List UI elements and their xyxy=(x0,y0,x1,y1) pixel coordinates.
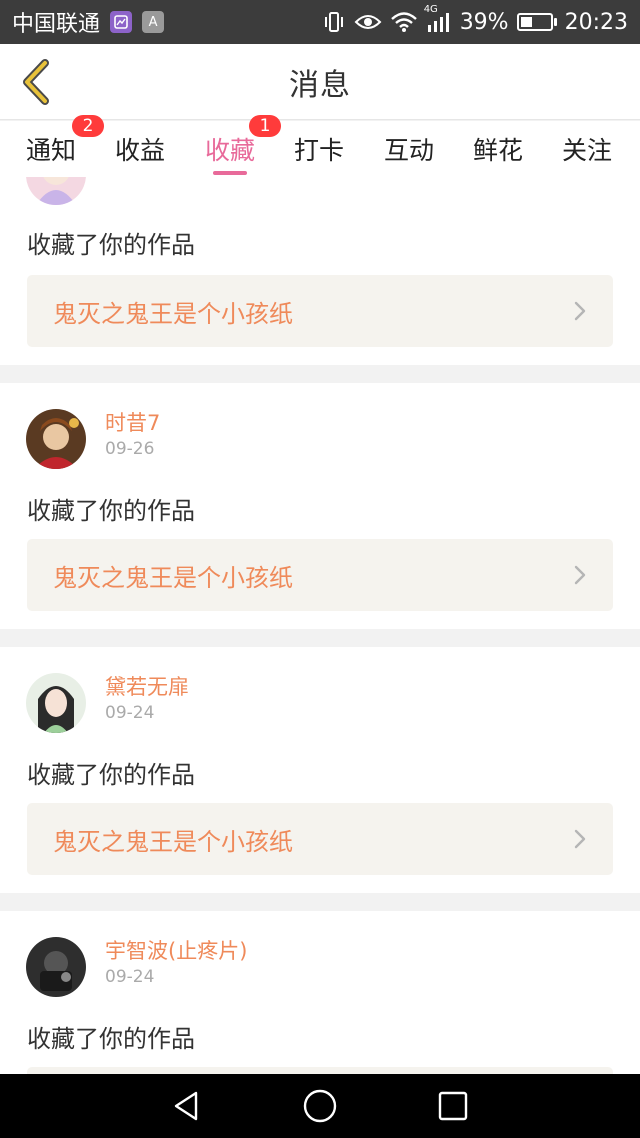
tab-label: 打卡 xyxy=(294,136,345,165)
action-text: 收藏了你的作品 xyxy=(27,761,195,789)
action-text: 收藏了你的作品 xyxy=(27,497,195,525)
vibrate-icon xyxy=(322,10,346,34)
username[interactable]: 黛若无扉 xyxy=(105,673,189,701)
username[interactable]: 时昔7 xyxy=(105,409,160,437)
work-title: 鬼灭之鬼王是个小孩纸 xyxy=(53,299,293,328)
avatar[interactable] xyxy=(26,673,86,733)
user-row: 09-26 xyxy=(26,177,154,205)
battery-icon xyxy=(516,13,557,31)
tab-label: 关注 xyxy=(562,136,613,165)
nav-back-button[interactable] xyxy=(157,1081,217,1131)
tab-follow[interactable]: 关注 xyxy=(562,121,612,177)
avatar[interactable] xyxy=(26,409,86,469)
avatar[interactable] xyxy=(26,937,86,997)
back-button[interactable] xyxy=(14,54,58,110)
action-text: 收藏了你的作品 xyxy=(27,231,195,259)
tab-favorites[interactable]: 收藏 1 xyxy=(205,115,281,177)
page-title: 消息 xyxy=(289,67,351,103)
battery-percent: 39% xyxy=(459,9,509,35)
header: 消息 xyxy=(0,44,640,120)
username[interactable]: 宇智波(止疼片) xyxy=(105,937,247,965)
action-text: 收藏了你的作品 xyxy=(27,1025,195,1053)
chevron-right-icon xyxy=(574,565,586,585)
list-item: 时昔7 09-26 收藏了你的作品 鬼灭之鬼王是个小孩纸 xyxy=(0,383,640,629)
unread-badge: 1 xyxy=(249,115,281,137)
chevron-left-icon xyxy=(23,59,49,105)
tab-notifications[interactable]: 通知 2 xyxy=(26,115,104,177)
triangle-back-icon xyxy=(174,1091,197,1121)
nav-recent-button[interactable] xyxy=(423,1081,483,1131)
signal-icon: 4G xyxy=(424,4,452,33)
tab-bar: 通知 2 收益 收藏 1 打卡 互动 鲜花 关注 xyxy=(0,115,640,177)
a-app-icon: A xyxy=(142,11,165,33)
circle-home-icon xyxy=(303,1089,337,1123)
work-link[interactable]: 鬼灭之鬼王是个小孩纸 xyxy=(27,803,613,875)
clock: 20:23 xyxy=(564,9,628,35)
tab-interaction[interactable]: 互动 xyxy=(384,121,434,177)
nav-home-button[interactable] xyxy=(290,1081,350,1131)
list-item: 黛若无扉 09-24 收藏了你的作品 鬼灭之鬼王是个小孩纸 xyxy=(0,647,640,893)
active-tab-indicator xyxy=(213,171,247,175)
chevron-right-icon xyxy=(574,301,586,321)
user-row: 黛若无扉 09-24 xyxy=(26,673,189,733)
user-row: 时昔7 09-26 xyxy=(26,409,160,469)
tab-label: 通知 xyxy=(26,136,77,165)
date: 09-24 xyxy=(105,967,155,987)
tab-checkin[interactable]: 打卡 xyxy=(294,121,344,177)
date: 09-26 xyxy=(105,439,155,459)
tab-flowers[interactable]: 鲜花 xyxy=(473,121,523,177)
tab-label: 收藏 xyxy=(205,136,256,165)
unread-badge: 2 xyxy=(72,115,104,137)
wifi-icon xyxy=(390,11,418,33)
system-nav-bar xyxy=(0,1074,640,1138)
tab-earnings[interactable]: 收益 xyxy=(115,121,165,177)
tab-label: 鲜花 xyxy=(473,136,524,165)
square-recent-icon xyxy=(439,1091,468,1121)
carrier-label: 中国联通 xyxy=(12,12,101,37)
chevron-right-icon xyxy=(574,829,586,849)
favorites-feed[interactable]: 09-26 收藏了你的作品 鬼灭之鬼王是个小孩纸 时昔7 09-26 收藏了你的… xyxy=(0,177,640,1074)
work-link[interactable]: 鬼灭之鬼王是个小孩纸 xyxy=(27,275,613,347)
work-link[interactable]: 鬼灭之鬼王是个小孩纸 xyxy=(27,539,613,611)
work-title: 鬼灭之鬼王是个小孩纸 xyxy=(53,827,293,856)
avatar[interactable] xyxy=(26,177,86,205)
eye-icon xyxy=(354,11,382,33)
status-bar: 中国联通 A 4G 39% 20:23 xyxy=(0,0,640,44)
work-link[interactable] xyxy=(27,1067,613,1074)
list-item: 09-26 收藏了你的作品 鬼灭之鬼王是个小孩纸 xyxy=(0,177,640,365)
tab-label: 互动 xyxy=(384,136,435,165)
date: 09-24 xyxy=(105,703,155,723)
gallery-app-icon xyxy=(110,11,133,33)
user-row: 宇智波(止疼片) 09-24 xyxy=(26,937,247,997)
list-item: 宇智波(止疼片) 09-24 收藏了你的作品 xyxy=(0,911,640,1074)
network-type: 4G xyxy=(423,4,438,15)
tab-label: 收益 xyxy=(115,136,166,165)
work-title: 鬼灭之鬼王是个小孩纸 xyxy=(53,563,293,592)
